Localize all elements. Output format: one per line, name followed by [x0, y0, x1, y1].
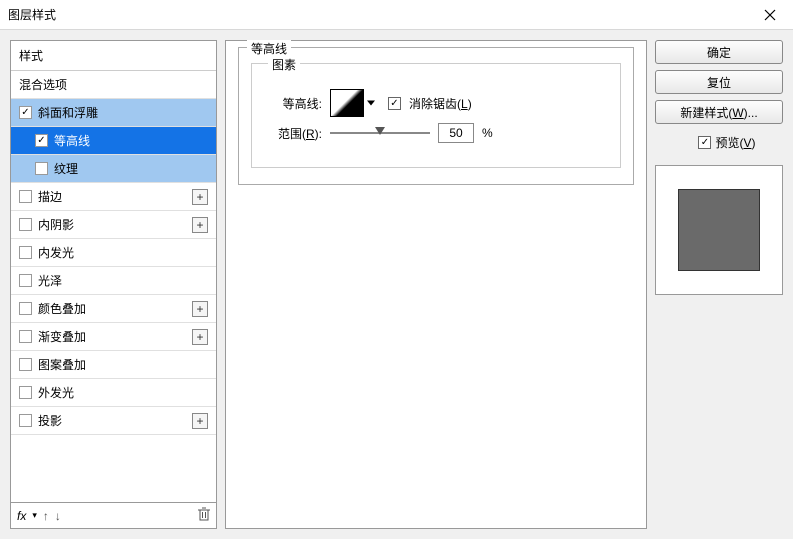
effect-label: 内发光: [38, 244, 74, 261]
effect-checkbox[interactable]: [19, 274, 32, 287]
effect-item-9[interactable]: 图案叠加: [11, 351, 216, 379]
range-unit: %: [482, 126, 493, 140]
elements-group: 图素 等高线: 消除锯齿(L) 范围(R):: [251, 63, 621, 168]
effect-item-10[interactable]: 外发光: [11, 379, 216, 407]
effect-label: 光泽: [38, 272, 62, 289]
effect-item-3[interactable]: 描边 +: [11, 183, 216, 211]
effect-item-1[interactable]: 等高线: [11, 127, 216, 155]
effect-item-5[interactable]: 内发光: [11, 239, 216, 267]
contour-group: 等高线 图素 等高线: 消除锯齿(L) 范围(R):: [238, 47, 634, 185]
effect-checkbox[interactable]: [19, 190, 32, 203]
styles-list: 样式 混合选项 斜面和浮雕等高线纹理描边 + 内阴影 + 内发光光泽颜色叠加 + 渐变叠加 +…: [11, 41, 216, 502]
antialias-checkbox[interactable]: [388, 97, 401, 110]
effect-item-7[interactable]: 颜色叠加 +: [11, 295, 216, 323]
effect-label: 斜面和浮雕: [38, 104, 98, 121]
dialog-body: 样式 混合选项 斜面和浮雕等高线纹理描边+内阴影+内发光光泽颜色叠加+渐变叠加+…: [0, 30, 793, 539]
effect-checkbox[interactable]: [19, 414, 32, 427]
effect-label: 颜色叠加: [38, 300, 86, 317]
effect-item-0[interactable]: 斜面和浮雕: [11, 99, 216, 127]
effect-checkbox[interactable]: [19, 218, 32, 231]
contour-picker[interactable]: [330, 89, 364, 117]
effect-checkbox[interactable]: [19, 330, 32, 343]
close-button[interactable]: [755, 0, 785, 30]
antialias-label: 消除锯齿(L): [409, 95, 472, 112]
effect-label: 图案叠加: [38, 356, 86, 373]
range-row: 范围(R): %: [262, 123, 610, 143]
preview-box: [655, 165, 783, 295]
add-effect-icon[interactable]: +: [192, 413, 208, 429]
effect-label: 投影: [38, 412, 62, 429]
effect-checkbox[interactable]: [19, 358, 32, 371]
effect-checkbox[interactable]: [19, 106, 32, 119]
add-effect-icon[interactable]: +: [192, 329, 208, 345]
range-slider[interactable]: [330, 124, 430, 142]
styles-footer: fx ▾ ↑ ↓: [11, 502, 216, 528]
close-icon: [764, 9, 776, 21]
effect-label: 描边: [38, 188, 62, 205]
settings-panel: 等高线 图素 等高线: 消除锯齿(L) 范围(R):: [225, 40, 647, 529]
effect-item-4[interactable]: 内阴影 +: [11, 211, 216, 239]
effect-item-8[interactable]: 渐变叠加 +: [11, 323, 216, 351]
contour-label: 等高线:: [262, 95, 322, 112]
effect-item-11[interactable]: 投影 +: [11, 407, 216, 435]
effect-checkbox[interactable]: [35, 162, 48, 175]
cancel-button[interactable]: 复位: [655, 70, 783, 94]
preview-swatch: [678, 189, 760, 271]
elements-group-title: 图素: [268, 56, 300, 73]
trash-icon[interactable]: [198, 507, 210, 524]
ok-button[interactable]: 确定: [655, 40, 783, 64]
contour-group-title: 等高线: [247, 40, 291, 57]
preview-label: 预览(V): [715, 134, 755, 151]
arrow-up-icon[interactable]: ↑: [43, 509, 49, 523]
effect-checkbox[interactable]: [35, 134, 48, 147]
effect-checkbox[interactable]: [19, 302, 32, 315]
add-effect-icon[interactable]: +: [192, 217, 208, 233]
add-effect-icon[interactable]: +: [192, 301, 208, 317]
range-input[interactable]: [438, 123, 474, 143]
effect-label: 纹理: [54, 160, 78, 177]
effect-item-6[interactable]: 光泽: [11, 267, 216, 295]
window-title: 图层样式: [8, 6, 56, 23]
effect-label: 等高线: [54, 132, 90, 149]
arrow-down-icon[interactable]: ↓: [55, 509, 61, 523]
preview-row: 预览(V): [655, 134, 783, 151]
titlebar: 图层样式: [0, 0, 793, 30]
blending-label: 混合选项: [19, 76, 67, 93]
effect-label: 外发光: [38, 384, 74, 401]
blending-options-item[interactable]: 混合选项: [11, 71, 216, 99]
add-effect-icon[interactable]: +: [192, 189, 208, 205]
styles-header: 样式: [11, 41, 216, 71]
range-label: 范围(R):: [262, 125, 322, 142]
effect-label: 渐变叠加: [38, 328, 86, 345]
actions-panel: 确定 复位 新建样式(W)... 预览(V): [655, 40, 783, 529]
effect-checkbox[interactable]: [19, 386, 32, 399]
effect-checkbox[interactable]: [19, 246, 32, 259]
effect-item-2[interactable]: 纹理: [11, 155, 216, 183]
styles-panel: 样式 混合选项 斜面和浮雕等高线纹理描边 + 内阴影 + 内发光光泽颜色叠加 + 渐变叠加 +…: [10, 40, 217, 529]
preview-checkbox[interactable]: [698, 136, 711, 149]
new-style-button[interactable]: 新建样式(W)...: [655, 100, 783, 124]
fx-dropdown-icon[interactable]: ▾: [32, 510, 37, 521]
contour-row: 等高线: 消除锯齿(L): [262, 89, 610, 117]
effect-label: 内阴影: [38, 216, 74, 233]
fx-icon[interactable]: fx: [17, 509, 26, 523]
